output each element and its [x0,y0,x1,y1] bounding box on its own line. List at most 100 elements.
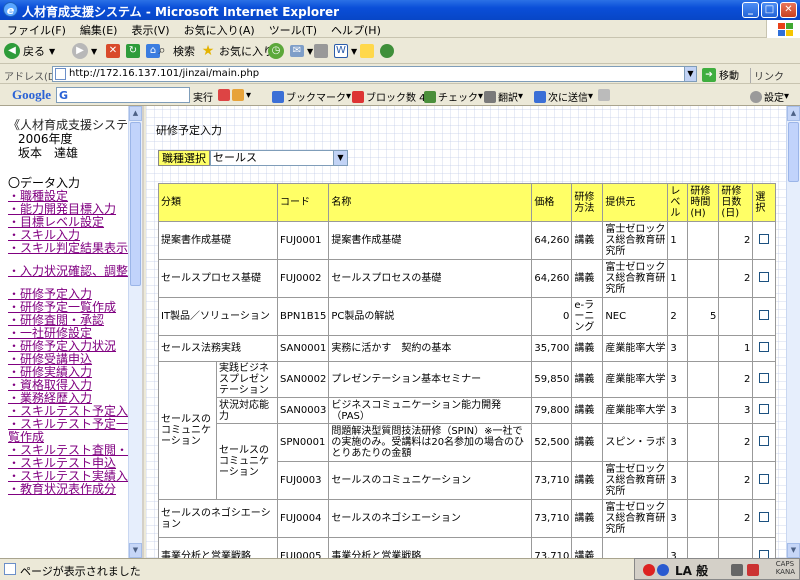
back-arrow-icon: ◀ [4,43,20,59]
cell-name: 問題解決型質問技法研修（SPIN）※一社での実施のみ。受講料は20名参加の場合の… [328,423,533,462]
discuss-button[interactable] [360,42,377,60]
gear-icon [750,90,762,103]
ime-tools-icon[interactable] [747,564,759,576]
search-button[interactable]: ⌕ 検索 [154,42,195,60]
scroll-down-icon[interactable]: ▼ [129,543,142,558]
ime-icon[interactable] [643,564,655,576]
header-select: 選択 [752,183,777,222]
cell-method: 講義 [571,335,604,362]
cell-name: セールスのネゴシエーション [328,499,533,538]
cell-hours [687,361,720,398]
ime-mode-label[interactable]: LA 般 [675,562,708,579]
menu-view[interactable]: 表示(V) [124,20,176,38]
table-row: セールスのコミュニケーション 実践ビジネスプレゼンテーション SAN0002 プ… [158,361,777,500]
cell-select [752,259,777,298]
cell-hours [687,423,720,462]
favorites-button[interactable]: ★ お気に入り [200,42,274,60]
select-checkbox[interactable] [759,234,770,244]
google-translate-button[interactable]: 翻訳 ▾ [484,89,523,104]
address-input[interactable]: http://172.16.137.101/jinzai/main.php [52,66,697,82]
google-run-button[interactable]: 実行 [193,89,213,104]
google-settings-button[interactable]: 設定 ▾ [750,89,789,104]
print-icon [314,44,328,58]
address-dropdown-icon[interactable]: ▼ [684,66,697,82]
mail-button[interactable]: ✉ ▼ [290,42,313,60]
menu-file[interactable]: ファイル(F) [0,20,73,38]
cell-subcategory: セールスのコミュニケーション [216,423,278,500]
nav-input-status-check[interactable]: ・入力状況確認、調整 [8,265,130,278]
cell-price: 0 [531,297,573,336]
cell-level: 3 [667,461,689,500]
google-logo[interactable]: Google [12,87,51,103]
job-type-select[interactable]: セールス ▼ [210,150,348,166]
print-button[interactable] [314,42,331,60]
history-button[interactable]: ◷ [268,42,287,60]
left-frame-scrollbar[interactable]: ▲ ▼ [128,106,142,558]
window-titlebar[interactable]: e 人材育成支援システム - Microsoft Internet Explor… [0,0,800,20]
cell-method: 講義 [571,397,604,424]
scroll-down-icon[interactable]: ▼ [787,543,800,558]
cell-method: 講義 [571,259,604,298]
scroll-thumb[interactable] [130,122,141,286]
cell-hours [687,537,720,558]
select-checkbox[interactable] [759,373,770,383]
scroll-up-icon[interactable]: ▲ [787,106,800,121]
maximize-button[interactable]: □ [761,2,778,18]
select-checkbox[interactable] [759,512,770,522]
nav-skilltest-plan-list[interactable]: ・スキルテスト予定一覧作成 [8,418,132,444]
go-button[interactable]: ➔ 移動 [702,67,739,82]
google-search-input[interactable]: G [56,87,190,103]
page-icon [55,68,66,80]
nav-education-status-report[interactable]: ・教育状況表作成分 [8,483,130,496]
table-row: 状況対応能力 SAN0003 ビジネスコミュニケーション能力開発（PAS） 79… [159,397,777,424]
cell-select [752,361,777,398]
select-checkbox[interactable] [759,436,770,446]
close-button[interactable]: ✕ [780,2,797,18]
google-send-button[interactable]: 次に送信 ▾ [534,89,593,104]
select-checkbox[interactable] [759,404,770,414]
cell-days: 2 [718,259,754,298]
messenger-button[interactable] [380,42,397,60]
google-pen-button[interactable] [598,89,612,101]
header-code: コード [276,183,330,222]
ime-mode-icon[interactable] [657,564,669,576]
cell-category: セールスプロセス基礎 [158,259,278,298]
main-frame-scrollbar[interactable]: ▲ ▼ [786,106,800,558]
cell-select [752,221,777,260]
select-checkbox[interactable] [759,272,770,282]
back-button[interactable]: ◀ 戻る ▼ [4,42,55,60]
scroll-up-icon[interactable]: ▲ [129,106,142,121]
google-popup-block-button[interactable]: ブロック数 4 [352,89,426,104]
menu-tools[interactable]: ツール(T) [262,20,324,38]
nav-skill-result-display[interactable]: ・スキル判定結果表示 [8,242,130,255]
minimize-button[interactable]: _ [742,2,759,18]
refresh-button[interactable]: ↻ [126,42,143,60]
stop-button[interactable]: ✕ [106,42,123,60]
select-checkbox[interactable] [759,550,770,558]
edit-button[interactable]: W ▼ [334,42,357,60]
select-checkbox[interactable] [759,342,770,352]
windows-logo-icon [766,20,800,38]
menu-edit[interactable]: 編集(E) [73,20,125,38]
cell-price: 64,260 [531,221,573,260]
google-bookmarks-button[interactable]: ブックマーク ▾ [272,89,351,104]
menu-favorites[interactable]: お気に入り(A) [177,20,262,38]
ime-pad-icon[interactable] [731,564,743,576]
mail-icon: ✉ [290,45,304,57]
cell-level: 3 [667,361,689,398]
google-news-button[interactable]: ▾ [218,89,251,101]
google-check-button[interactable]: チェック ▾ [424,89,483,104]
forward-button[interactable]: ▶ ▼ [72,42,97,60]
header-provider: 提供元 [602,183,669,222]
cell-name: ビジネスコミュニケーション能力開発（PAS） [328,397,533,424]
cell-days: 2 [718,361,754,398]
cell-days: 3 [718,397,754,424]
cell-hours [687,499,720,538]
menu-help[interactable]: ヘルプ(H) [324,20,388,38]
links-button[interactable]: リンク [750,68,784,83]
address-url: http://172.16.137.101/jinzai/main.php [69,68,260,79]
scroll-thumb[interactable] [788,122,799,182]
table-row: セールスプロセス基礎 FUJ0002 セールスプロセスの基礎 64,260 講義… [158,259,777,298]
select-checkbox[interactable] [759,310,770,320]
select-checkbox[interactable] [759,474,770,484]
